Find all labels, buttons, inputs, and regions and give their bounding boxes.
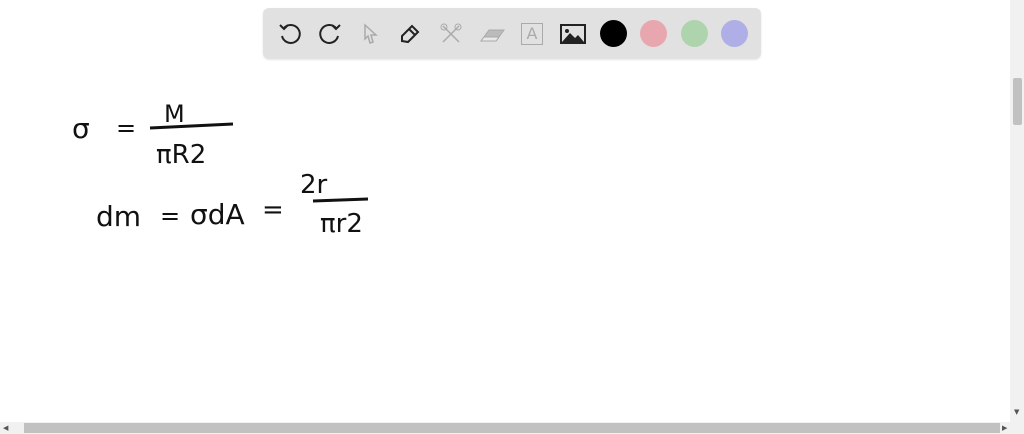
eq2-numerator: 2r [300, 170, 328, 200]
scroll-left-arrow-icon[interactable]: ◀ [3, 422, 8, 434]
eq1-numerator: M [164, 100, 185, 128]
horizontal-scrollbar-thumb[interactable] [24, 423, 1000, 433]
eq2-fraction-bar [312, 197, 369, 203]
eq1-equals: = [116, 114, 136, 142]
horizontal-scrollbar[interactable]: ◀ ▶ [0, 422, 1024, 434]
vertical-scrollbar-thumb[interactable] [1013, 78, 1022, 125]
drawing-canvas[interactable]: σ = M πR2 dm = σdA = 2r πr2 [0, 0, 1010, 420]
eq2-equals-1: = [160, 202, 180, 230]
eq1-fraction-bar [149, 122, 234, 130]
scroll-down-arrow-icon[interactable]: ▼ [1014, 406, 1019, 418]
eq2-middle: σdA [190, 198, 245, 231]
eq1-denominator: πR2 [156, 140, 206, 170]
scroll-right-arrow-icon[interactable]: ▶ [1002, 422, 1007, 434]
vertical-scrollbar[interactable]: ▼ [1010, 0, 1024, 422]
eq2-denominator: πr2 [320, 209, 363, 239]
eq2-equals-2: = [262, 195, 284, 225]
eq2-lhs: dm [96, 200, 141, 233]
eq1-lhs: σ [72, 112, 90, 145]
